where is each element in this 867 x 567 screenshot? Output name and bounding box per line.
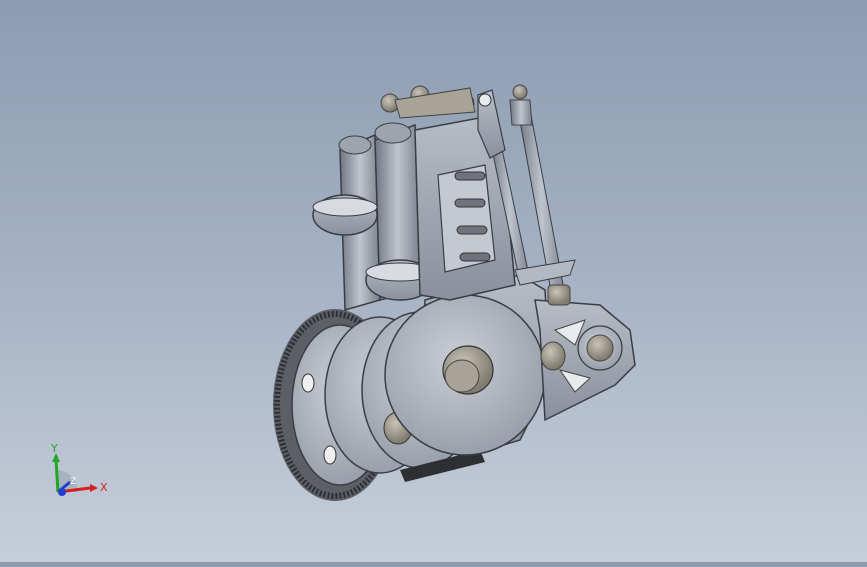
- timing-bracket: [534, 299, 636, 422]
- x-arrow-icon: [90, 484, 98, 492]
- crankcase: [384, 274, 551, 456]
- triad-origin: [58, 488, 66, 496]
- graphics-viewport[interactable]: X Y Z: [0, 0, 867, 562]
- engine-assembly-model[interactable]: [0, 0, 867, 562]
- y-axis-icon: [54, 459, 60, 493]
- y-axis-label: Y: [50, 442, 58, 455]
- orientation-triad[interactable]: X Y Z: [40, 440, 120, 510]
- z-axis-label: Z: [70, 477, 76, 487]
- x-axis-label: X: [100, 481, 108, 494]
